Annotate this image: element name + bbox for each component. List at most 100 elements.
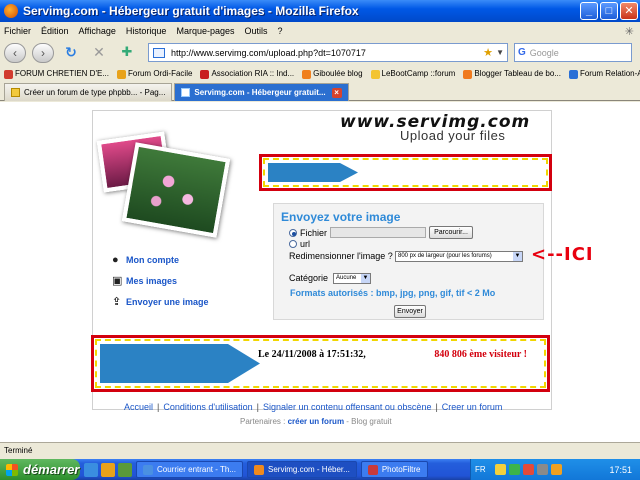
ad-banner-bottom[interactable]: Le 24/11/2008 à 17:51:32, 840 806 ème vi… (91, 335, 550, 392)
status-bar: Terminé (0, 442, 640, 459)
tab-favicon-icon (181, 88, 191, 97)
tab-label: Créer un forum de type phpbb... - Pag... (24, 88, 166, 97)
minimize-button[interactable]: _ (580, 2, 598, 20)
tray-app-icon[interactable] (550, 464, 562, 475)
bookmark-add-icon[interactable]: ✚ (116, 43, 138, 63)
search-input[interactable]: G Google (514, 43, 632, 62)
bookmark-favicon-icon (463, 69, 473, 79)
firefox-quick-icon[interactable] (101, 462, 115, 477)
task-mail[interactable]: Courrier entrant - Th... (136, 461, 243, 478)
tray-app-icon[interactable] (508, 464, 520, 475)
desktop-icon[interactable] (84, 462, 98, 477)
tab-forum[interactable]: Créer un forum de type phpbb... - Pag... (4, 83, 173, 101)
bookmark-item[interactable]: Blogger Tableau de bo... (463, 69, 561, 79)
reload-icon[interactable]: ↻ (60, 43, 82, 63)
menu-marque-pages[interactable]: Marque-pages (176, 26, 234, 36)
web-page: www.servimg.com Upload your files ● Mon … (0, 102, 640, 442)
option-url-row[interactable]: url (289, 239, 310, 249)
stop-icon[interactable]: ✕ (88, 43, 110, 63)
file-path-input[interactable] (330, 227, 426, 238)
bookmark-label: Forum Ordi-Facile (127, 69, 193, 79)
my-account-link[interactable]: ● Mon compte (112, 254, 209, 266)
start-button[interactable]: démarrer (0, 459, 80, 480)
submit-button[interactable]: Envoyer (394, 305, 426, 318)
language-indicator[interactable]: FR (475, 465, 486, 474)
app-quick-icon[interactable] (118, 462, 132, 477)
option-file-row[interactable]: Fichier (289, 228, 327, 238)
resize-select[interactable]: 800 px de largeur (pour les forums) ▼ (395, 251, 523, 262)
system-tray: FR 17:51 (470, 459, 640, 480)
browse-button[interactable]: Parcourir... (429, 226, 473, 239)
bookmark-favicon-icon (370, 69, 380, 79)
forward-button[interactable]: › (32, 43, 54, 63)
tray-app-icon[interactable] (536, 464, 548, 475)
bookmark-item[interactable]: Giboulée blog (302, 69, 363, 79)
bookmark-label: FORUM CHRETIEN D'E... (15, 69, 109, 79)
partners-prefix: Partenaires : (240, 417, 286, 426)
footer-link-home[interactable]: Accueil (124, 402, 153, 412)
url-bar[interactable]: http://www.servimg.com/upload.php?dt=107… (148, 43, 508, 62)
footer-link-create-forum[interactable]: Creer un forum (442, 402, 503, 412)
star-icon[interactable]: ★ (483, 46, 493, 59)
partners-link[interactable]: créer un forum (288, 417, 344, 426)
menu-fichier[interactable]: Fichier (4, 26, 31, 36)
bookmark-item[interactable]: Association RIA :: Ind... (200, 69, 295, 79)
bookmark-item[interactable]: FORUM CHRETIEN D'E... (4, 69, 109, 79)
bookmark-item[interactable]: Forum Ordi-Facile (116, 69, 193, 79)
firefox-icon (4, 4, 18, 18)
bookmark-label: Blogger Tableau de bo... (474, 69, 561, 79)
back-button[interactable]: ‹ (4, 43, 26, 63)
bookmark-label: Association RIA :: Ind... (211, 69, 295, 79)
menu-edition[interactable]: Édition (41, 26, 69, 36)
menu-historique[interactable]: Historique (126, 26, 167, 36)
photofiltre-icon (367, 464, 378, 475)
category-select[interactable]: Aucune ▼ (333, 273, 371, 284)
maximize-button[interactable]: □ (600, 2, 618, 20)
task-firefox[interactable]: Servimg.com - Héber... (247, 461, 357, 478)
footer-link-report[interactable]: Signaler un contenu offensant ou obscène (263, 402, 431, 412)
tab-close-icon[interactable]: × (331, 87, 342, 98)
my-images-label: Mes images (126, 276, 178, 286)
url-radio[interactable] (289, 240, 297, 248)
bookmark-favicon-icon (200, 69, 210, 79)
clock[interactable]: 17:51 (609, 465, 632, 475)
footer-link-terms[interactable]: Conditions d'utilisation (163, 402, 252, 412)
file-radio[interactable] (289, 229, 297, 237)
resize-label: Redimensionner l'image ? (289, 251, 393, 261)
bookmark-item[interactable]: LeBootCamp ::forum (370, 69, 456, 79)
tray-app-icon[interactable] (494, 464, 506, 475)
windows-flag-icon (6, 463, 18, 476)
menu-affichage[interactable]: Affichage (79, 26, 116, 36)
my-images-link[interactable]: ▣ Mes images (112, 275, 209, 287)
banner-arrow (100, 344, 260, 383)
tab-servimg[interactable]: Servimg.com - Hébergeur gratuit... × (174, 83, 349, 101)
tray-app-icon[interactable] (522, 464, 534, 475)
chevron-down-icon[interactable]: ▼ (496, 48, 504, 57)
chevron-down-icon: ▼ (361, 274, 370, 283)
bookmark-label: Forum Relation-Aide (579, 69, 640, 79)
menu-help[interactable]: ? (278, 26, 283, 36)
chevron-down-icon: ▼ (513, 252, 522, 261)
my-account-label: Mon compte (126, 255, 179, 265)
task-mail-label: Courrier entrant - Th... (157, 465, 236, 474)
bookmark-favicon-icon (4, 69, 13, 79)
upload-image-link[interactable]: ⇪ Envoyer une image (112, 296, 209, 308)
quick-launch (84, 462, 132, 477)
upload-form: Envoyez votre image Fichier Parcourir...… (273, 203, 544, 320)
url-text: http://www.servimg.com/upload.php?dt=107… (171, 47, 366, 58)
mail-icon (143, 464, 153, 475)
photo-waterlilies (121, 142, 231, 238)
bookmark-item[interactable]: Forum Relation-Aide (568, 69, 640, 79)
firefox-icon (254, 464, 264, 475)
banner-arrow (268, 163, 358, 182)
task-photofiltre[interactable]: PhotoFiltre (360, 461, 428, 478)
ad-banner-top[interactable] (259, 154, 552, 191)
tab-favicon-icon (11, 88, 20, 97)
bookmark-favicon-icon (302, 69, 312, 79)
banner-date: Le 24/11/2008 à 17:51:32, (258, 349, 366, 360)
menu-outils[interactable]: Outils (245, 26, 268, 36)
photo-illustration (96, 130, 250, 240)
allowed-formats: Formats autorisés : bmp, jpg, png, gif, … (290, 288, 496, 298)
close-button[interactable]: ✕ (620, 2, 638, 20)
bookmark-label: LeBootCamp ::forum (381, 69, 456, 79)
